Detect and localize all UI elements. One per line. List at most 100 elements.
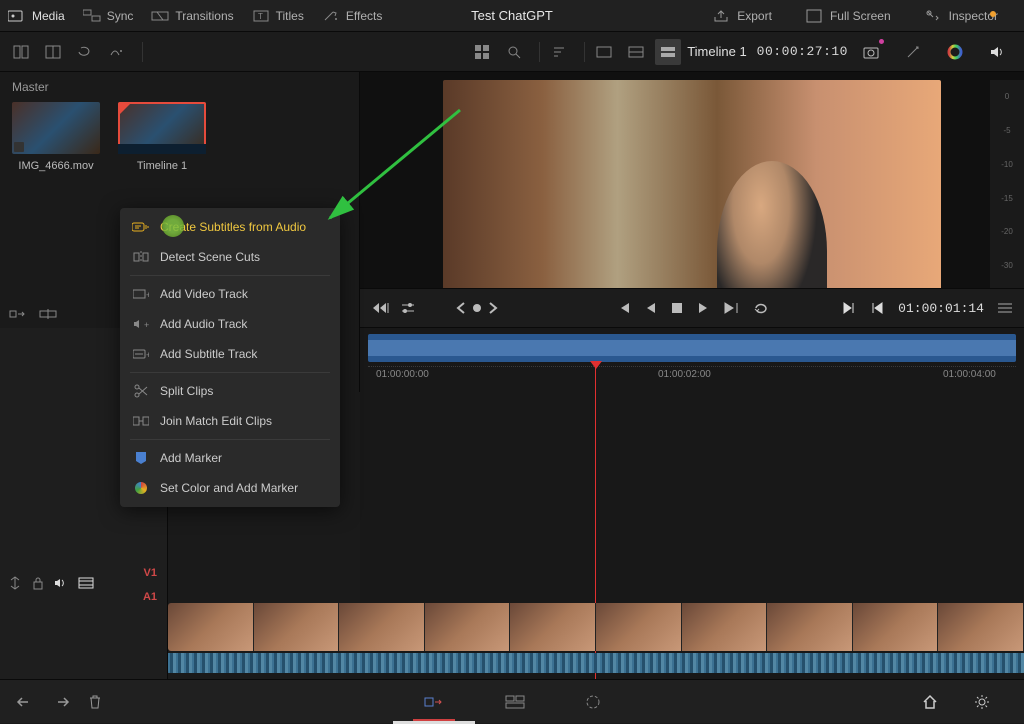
go-end-icon[interactable] xyxy=(723,301,739,315)
tab-effects[interactable]: Effects xyxy=(322,9,382,23)
tab-media[interactable]: Media xyxy=(8,9,65,23)
ctx-add-marker[interactable]: Add Marker xyxy=(120,443,340,473)
page-cut-icon[interactable] xyxy=(423,694,445,710)
grid-view-btn[interactable] xyxy=(469,39,495,65)
playhead-icon[interactable] xyxy=(590,361,602,369)
redo-icon[interactable] xyxy=(52,695,70,709)
ruler-tick: 01:00:04:00 xyxy=(943,369,996,380)
camera-btn[interactable] xyxy=(858,39,884,65)
timeline-ruler[interactable]: 01:00:00:00 01:00:02:00 01:00:04:00 xyxy=(368,366,1016,388)
ctx-add-video-track[interactable]: + Add Video Track xyxy=(120,279,340,309)
timeline-strip-icon xyxy=(118,144,206,154)
loop-icon[interactable] xyxy=(753,301,769,315)
transport-menu-icon[interactable] xyxy=(998,302,1012,314)
ctx-split-clips[interactable]: Split Clips xyxy=(120,376,340,406)
sync-icon xyxy=(83,9,101,23)
svg-text:T: T xyxy=(258,12,263,21)
ctx-add-subtitle-track[interactable]: + Add Subtitle Track xyxy=(120,339,340,369)
fast-review-icon[interactable] xyxy=(372,301,390,315)
marker-icon xyxy=(132,450,150,466)
search-btn[interactable] xyxy=(501,39,527,65)
layout-btn-1[interactable] xyxy=(8,39,34,65)
project-title: Test ChatGPT xyxy=(471,8,553,23)
repeat-btn[interactable] xyxy=(72,39,98,65)
tab-sync[interactable]: Sync xyxy=(83,9,134,23)
toolbar-row: Timeline 1 00:00:27:10 xyxy=(0,32,1024,72)
timeline-label: Timeline 1 xyxy=(118,160,206,172)
viewmode-2[interactable] xyxy=(623,39,649,65)
next-clip-icon[interactable] xyxy=(842,301,856,315)
track-resize-icon[interactable] xyxy=(8,576,22,590)
context-menu: Create Subtitles from Audio Detect Scene… xyxy=(120,208,340,507)
transport-bar: 01:00:01:14 xyxy=(360,288,1024,328)
tab-sync-label: Sync xyxy=(107,9,134,23)
ctx-label: Add Audio Track xyxy=(160,317,247,331)
page-loading-icon[interactable] xyxy=(585,694,601,710)
inspector-button[interactable]: Inspector xyxy=(925,9,998,23)
ctx-join-clips[interactable]: Join Match Edit Clips xyxy=(120,406,340,436)
fullscreen-button[interactable]: Full Screen xyxy=(806,9,891,23)
audio-badge-icon xyxy=(14,142,24,152)
viewmode-1[interactable] xyxy=(591,39,617,65)
tab-transitions[interactable]: Transitions xyxy=(151,9,233,23)
gear-icon[interactable] xyxy=(974,694,990,710)
stop-icon[interactable] xyxy=(671,302,683,314)
playhead-timecode[interactable]: 01:00:01:14 xyxy=(898,301,984,316)
ctx-detect-scene-cuts[interactable]: Detect Scene Cuts xyxy=(120,242,340,272)
next-edit-icon[interactable] xyxy=(488,302,498,314)
export-label: Export xyxy=(737,9,772,23)
top-bar: Media Sync Transitions T Titles Effects … xyxy=(0,0,1024,32)
settings-sliders-icon[interactable] xyxy=(400,301,416,315)
trash-icon[interactable] xyxy=(88,694,102,710)
motion-btn[interactable] xyxy=(104,39,130,65)
play-icon[interactable] xyxy=(697,301,709,315)
layout-btn-2[interactable] xyxy=(40,39,66,65)
color-wheel-btn[interactable] xyxy=(942,39,968,65)
footer-bar xyxy=(0,679,1024,723)
master-bin-label[interactable]: Master xyxy=(12,80,347,94)
play-reverse-icon[interactable] xyxy=(645,301,657,315)
selected-corner-icon xyxy=(120,104,130,114)
video-track-icon: + xyxy=(132,286,150,302)
ctx-set-color-marker[interactable]: Set Color and Add Marker xyxy=(120,473,340,503)
overwrite-tool-icon[interactable] xyxy=(38,304,58,324)
page-edit-icon[interactable] xyxy=(505,694,525,710)
home-icon[interactable] xyxy=(922,694,938,710)
clip-thumbnail xyxy=(168,603,254,651)
track-v1-label[interactable]: V1 xyxy=(144,567,157,579)
tab-transitions-label: Transitions xyxy=(175,9,233,23)
filmstrip-icon[interactable] xyxy=(78,577,94,589)
media-timeline-item[interactable]: Timeline 1 xyxy=(118,102,206,172)
sequence-timecode[interactable]: 00:00:27:10 xyxy=(757,44,848,59)
audio-waveform[interactable] xyxy=(168,653,1024,673)
jog-dot-icon[interactable] xyxy=(472,303,482,313)
video-clip-strip[interactable] xyxy=(168,603,1024,651)
ctx-label: Set Color and Add Marker xyxy=(160,481,298,495)
track-a1-label[interactable]: A1 xyxy=(143,591,157,603)
viewmode-3[interactable] xyxy=(655,39,681,65)
media-clip-item[interactable]: IMG_4666.mov xyxy=(12,102,100,172)
undo-icon[interactable] xyxy=(16,695,34,709)
prev-clip-icon[interactable] xyxy=(870,301,884,315)
export-button[interactable]: Export xyxy=(713,9,772,23)
timeline-body[interactable] xyxy=(360,388,1024,588)
fullscreen-label: Full Screen xyxy=(830,9,891,23)
media-icon xyxy=(8,9,26,23)
tab-titles[interactable]: T Titles xyxy=(252,9,304,23)
fx-btn[interactable] xyxy=(900,39,926,65)
audio-btn[interactable] xyxy=(984,39,1010,65)
speaker-icon[interactable] xyxy=(54,577,68,589)
ctx-separator xyxy=(130,439,330,440)
ctx-create-subtitles[interactable]: Create Subtitles from Audio xyxy=(120,212,340,242)
insert-tool-icon[interactable] xyxy=(8,304,28,324)
inspector-icon xyxy=(925,9,943,23)
ctx-label: Add Video Track xyxy=(160,287,248,301)
subtitle-track-icon: + xyxy=(132,346,150,362)
go-start-icon[interactable] xyxy=(615,301,631,315)
fullscreen-icon xyxy=(806,9,824,23)
prev-edit-icon[interactable] xyxy=(456,302,466,314)
ctx-add-audio-track[interactable]: + Add Audio Track xyxy=(120,309,340,339)
sort-btn[interactable] xyxy=(546,39,572,65)
lock-icon[interactable] xyxy=(32,576,44,590)
timeline-scrubber[interactable] xyxy=(368,334,1016,362)
